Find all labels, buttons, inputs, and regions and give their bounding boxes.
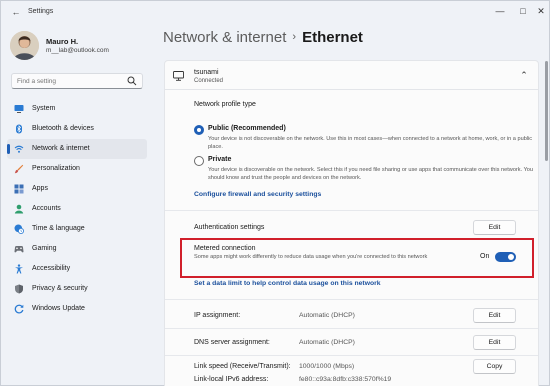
- sidebar-item-label: System: [32, 105, 56, 112]
- ipv6-value: fe80::c93a:8dfb:c338:570f%19: [299, 376, 392, 383]
- metered-toggle-state: On: [480, 253, 490, 260]
- authentication-edit-button[interactable]: Edit: [473, 220, 516, 235]
- divider: [165, 328, 538, 329]
- search-box[interactable]: [11, 73, 143, 89]
- globe-clock-icon: [14, 224, 24, 234]
- divider: [165, 299, 538, 300]
- dns-edit-button[interactable]: Edit: [473, 335, 516, 350]
- update-icon: [14, 304, 24, 314]
- link-speed-value: 1000/1000 (Mbps): [299, 363, 355, 370]
- page-title: Ethernet: [302, 29, 363, 46]
- sidebar-item-label: Accessibility: [32, 265, 71, 272]
- firewall-settings-link[interactable]: Configure firewall and security settings: [194, 191, 321, 198]
- close-button[interactable]: ✕: [529, 3, 550, 19]
- sidebar-item-privacy-security[interactable]: Privacy & security: [7, 279, 147, 299]
- sidebar-item-personalization[interactable]: Personalization: [7, 159, 147, 179]
- public-radio-label[interactable]: Public (Recommended): [208, 125, 286, 132]
- sidebar-item-windows-update[interactable]: Windows Update: [7, 299, 147, 319]
- sidebar-item-gaming[interactable]: Gaming: [7, 239, 147, 259]
- shield-icon: [15, 284, 23, 294]
- sidebar-item-label: Apps: [32, 185, 48, 192]
- search-icon[interactable]: [127, 76, 137, 86]
- breadcrumb: Network & internet › Ethernet: [163, 29, 363, 46]
- title-bar: ← Settings — □ ✕: [1, 1, 549, 23]
- public-radio-description: Your device is not discoverable on the n…: [208, 136, 533, 150]
- person-icon: [14, 204, 24, 214]
- sidebar-item-label: Personalization: [32, 165, 80, 172]
- gamepad-icon: [14, 246, 24, 253]
- sidebar-item-apps[interactable]: Apps: [7, 179, 147, 199]
- metered-connection-toggle[interactable]: [495, 252, 516, 262]
- settings-window: ← Settings — □ ✕ Mauro H. m__lab@outlook…: [0, 0, 550, 386]
- wifi-icon: [14, 145, 24, 153]
- link-speed-label: Link speed (Receive/Transmit):: [194, 363, 291, 370]
- public-radio[interactable]: [194, 125, 204, 135]
- network-card-header[interactable]: tsunami Connected ⌃: [164, 60, 539, 90]
- authentication-label: Authentication settings: [194, 224, 265, 231]
- user-name: Mauro H.: [46, 37, 79, 46]
- avatar[interactable]: [10, 31, 39, 60]
- sidebar-item-accounts[interactable]: Accounts: [7, 199, 147, 219]
- ip-assignment-value: Automatic (DHCP): [299, 312, 355, 319]
- accessibility-icon: [15, 264, 23, 274]
- ethernet-monitor-icon: [173, 71, 184, 81]
- search-input[interactable]: [17, 76, 125, 87]
- sidebar-item-label: Gaming: [32, 245, 57, 252]
- toggle-knob: [508, 254, 514, 260]
- ip-assignment-label: IP assignment:: [194, 312, 241, 319]
- private-radio-description: Your device is discoverable on the netwo…: [208, 167, 534, 181]
- sidebar-item-label: Time & language: [32, 225, 85, 232]
- ipv6-label: Link-local IPv6 address:: [194, 376, 269, 383]
- divider: [165, 355, 538, 356]
- monitor-icon: [14, 105, 24, 113]
- bluetooth-icon: [16, 124, 22, 134]
- person-photo-icon: [10, 31, 39, 60]
- back-arrow-icon[interactable]: ←: [10, 6, 22, 18]
- private-radio-label[interactable]: Private: [208, 156, 231, 163]
- sidebar-item-label: Privacy & security: [32, 285, 88, 292]
- sidebar-item-label: Bluetooth & devices: [32, 125, 94, 132]
- sidebar-item-network[interactable]: Network & internet: [7, 139, 147, 159]
- metered-connection-description: Some apps might work differently to redu…: [194, 254, 428, 260]
- minimize-button[interactable]: —: [488, 3, 512, 19]
- dns-assignment-value: Automatic (DHCP): [299, 339, 355, 346]
- sidebar-item-bluetooth[interactable]: Bluetooth & devices: [7, 119, 147, 139]
- window-title: Settings: [28, 8, 54, 15]
- sidebar-nav: System Bluetooth & devices Network & int…: [7, 99, 147, 319]
- breadcrumb-parent[interactable]: Network & internet: [163, 29, 286, 46]
- divider: [165, 210, 538, 211]
- sidebar-item-label: Network & internet: [32, 145, 90, 152]
- profile-section-title: Network profile type: [194, 101, 256, 108]
- scrollbar[interactable]: [545, 61, 548, 161]
- apps-icon: [14, 184, 24, 194]
- user-email: m__lab@outlook.com: [46, 47, 109, 54]
- metered-connection-label: Metered connection: [194, 245, 256, 252]
- brush-icon: [14, 164, 24, 174]
- dns-assignment-label: DNS server assignment:: [194, 339, 270, 346]
- copy-button[interactable]: Copy: [473, 359, 516, 374]
- chevron-up-icon[interactable]: ⌃: [519, 70, 529, 80]
- sidebar-item-accessibility[interactable]: Accessibility: [7, 259, 147, 279]
- sidebar-item-time-language[interactable]: Time & language: [7, 219, 147, 239]
- network-status: Connected: [194, 78, 224, 84]
- breadcrumb-separator: ›: [292, 31, 297, 43]
- sidebar-item-system[interactable]: System: [7, 99, 147, 119]
- ip-edit-button[interactable]: Edit: [473, 308, 516, 323]
- private-radio[interactable]: [194, 156, 204, 166]
- sidebar-item-label: Accounts: [32, 205, 61, 212]
- data-limit-link[interactable]: Set a data limit to help control data us…: [194, 280, 381, 287]
- sidebar-item-label: Windows Update: [32, 305, 85, 312]
- network-name: tsunami: [194, 69, 219, 76]
